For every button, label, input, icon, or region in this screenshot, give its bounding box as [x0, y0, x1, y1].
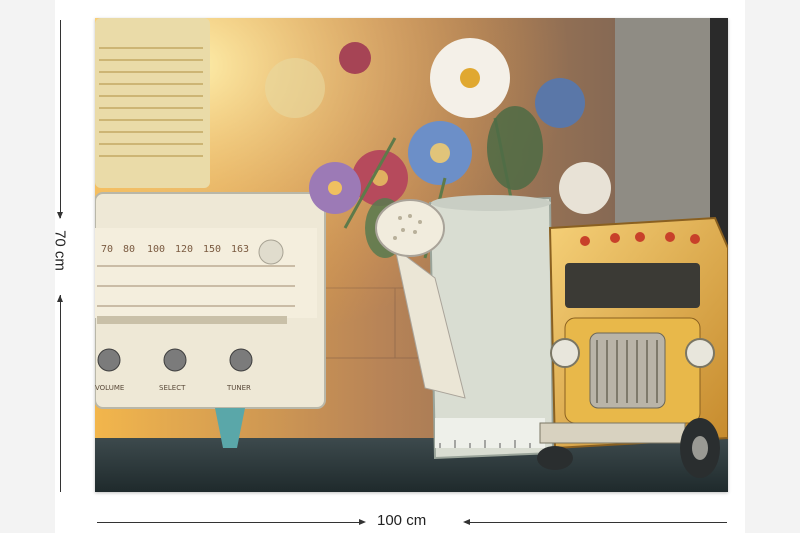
height-dimension: 70 cm [52, 20, 69, 492]
width-dimension: 100 cm [97, 512, 727, 529]
svg-text:80: 80 [123, 244, 135, 255]
height-label: 70 cm [51, 230, 69, 271]
width-dimension-line-right [465, 522, 727, 523]
arrow-down-icon [57, 212, 63, 219]
height-dimension-line-top [60, 20, 61, 218]
svg-text:163: 163 [231, 244, 249, 255]
svg-text:100: 100 [147, 244, 165, 255]
height-dimension-line-bottom [60, 295, 61, 492]
svg-text:120: 120 [175, 244, 193, 255]
arrow-right-icon [359, 519, 366, 525]
svg-text:TUNER: TUNER [226, 384, 251, 392]
width-dimension-line-left [97, 522, 363, 523]
svg-text:150: 150 [203, 244, 221, 255]
svg-text:SELECT: SELECT [159, 384, 186, 392]
canvas-print-image: 70 80 100 120 150 163 VOLUME SELECT TUNER [95, 18, 728, 492]
svg-text:VOLUME: VOLUME [95, 384, 124, 392]
width-label: 100 cm [377, 512, 427, 529]
svg-text:70: 70 [101, 244, 113, 255]
